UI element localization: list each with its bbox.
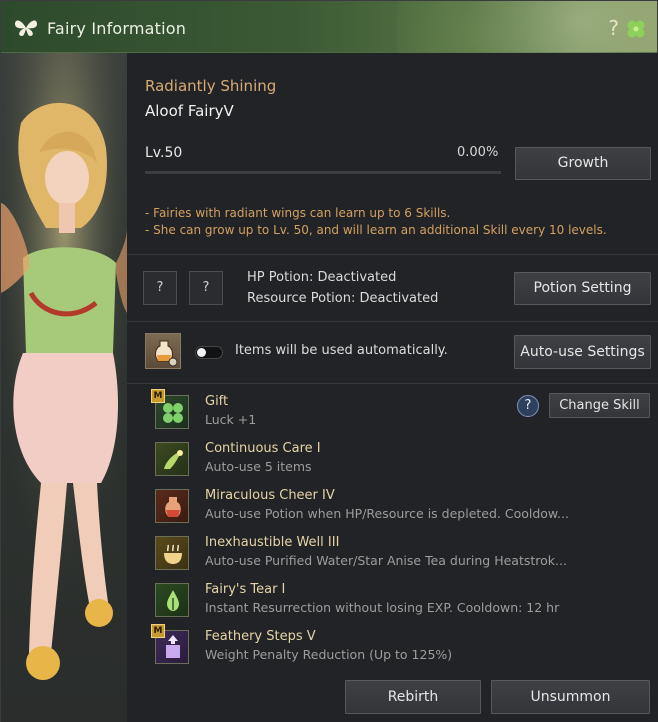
skill-description: Weight Penalty Reduction (Up to 125%) — [205, 647, 453, 662]
tear-sprout-icon — [155, 583, 189, 617]
fairy-hand-icon — [155, 442, 189, 476]
skill-description: Auto-use Purified Water/Star Anise Tea d… — [205, 553, 567, 568]
fairy-info-panel: Radiantly Shining Aloof FairyV Lv.50 0.0… — [127, 53, 658, 722]
skill-description: Auto-use 5 items — [205, 459, 312, 474]
fairy-description: - Fairies with radiant wings can learn u… — [145, 205, 607, 239]
master-badge: M — [151, 389, 165, 403]
auto-use-potion-gear-icon[interactable] — [145, 333, 181, 369]
level-label: Lv.50 — [145, 145, 183, 161]
auto-use-toggle[interactable] — [195, 346, 223, 359]
skill-description: Luck +1 — [205, 412, 257, 427]
hp-potion-slot[interactable]: ? — [143, 271, 177, 305]
growth-button[interactable]: Growth — [515, 147, 651, 180]
skill-row[interactable]: M Gift Luck +1 — [151, 389, 535, 433]
fairy-status: Radiantly Shining — [145, 77, 277, 95]
description-line: - Fairies with radiant wings can learn u… — [145, 206, 451, 220]
skill-description: Auto-use Potion when HP/Resource is depl… — [205, 506, 569, 521]
skill-row[interactable]: Continuous Care I Auto-use 5 items — [155, 440, 535, 480]
skill-row[interactable]: M Feathery Steps V Weight Penalty Reduct… — [151, 624, 535, 668]
resource-potion-status: Resource Potion: Deactivated — [247, 291, 439, 306]
fairy-illustration — [1, 53, 127, 722]
hp-potion-status: HP Potion: Deactivated — [247, 270, 397, 285]
skill-row[interactable]: Inexhaustible Well III Auto-use Purified… — [155, 534, 567, 574]
divider — [127, 321, 658, 322]
skill-row[interactable]: Miraculous Cheer IV Auto-use Potion when… — [155, 487, 569, 527]
fairy-information-window: Fairy Information ? Radiantly Shining Al… — [0, 0, 658, 722]
skill-name: Fairy's Tear I — [205, 582, 286, 597]
skill-description: Instant Resurrection without losing EXP.… — [205, 600, 560, 615]
master-badge: M — [151, 624, 165, 638]
potion-status: HP Potion: Deactivated Resource Potion: … — [247, 267, 438, 309]
change-skill-button[interactable]: Change Skill — [549, 393, 650, 418]
help-icon[interactable]: ? — [608, 18, 619, 38]
tea-cup-icon — [155, 536, 189, 570]
fairy-name: Aloof FairyV — [145, 102, 234, 120]
skill-name: Inexhaustible Well III — [205, 535, 340, 550]
window-title: Fairy Information — [47, 19, 187, 38]
toggle-knob — [197, 348, 206, 357]
skill-name: Miraculous Cheer IV — [205, 488, 335, 503]
level-progress-bar — [145, 171, 501, 174]
auto-use-settings-button[interactable]: Auto-use Settings — [514, 335, 651, 369]
clover-icon[interactable] — [625, 18, 647, 40]
skill-row[interactable]: Fairy's Tear I Instant Resurrection with… — [155, 581, 559, 621]
divider — [127, 383, 658, 384]
unsummon-button[interactable]: Unsummon — [491, 680, 650, 714]
divider — [127, 254, 658, 255]
level-progress-percent: 0.00% — [457, 145, 499, 160]
skill-name: Gift — [205, 394, 229, 409]
fairy-portrait — [1, 53, 127, 722]
rebirth-button[interactable]: Rebirth — [345, 680, 481, 714]
potion-flask-icon — [155, 489, 189, 523]
skill-name: Continuous Care I — [205, 441, 321, 456]
potion-gear-icon — [155, 340, 178, 367]
butterfly-icon — [15, 20, 37, 36]
auto-use-text: Items will be used automatically. — [235, 343, 448, 358]
potion-setting-button[interactable]: Potion Setting — [514, 272, 651, 305]
skill-name: Feathery Steps V — [205, 629, 316, 644]
title-bar[interactable]: Fairy Information ? — [1, 1, 657, 53]
description-line: - She can grow up to Lv. 50, and will le… — [145, 223, 607, 237]
resource-potion-slot[interactable]: ? — [189, 271, 223, 305]
